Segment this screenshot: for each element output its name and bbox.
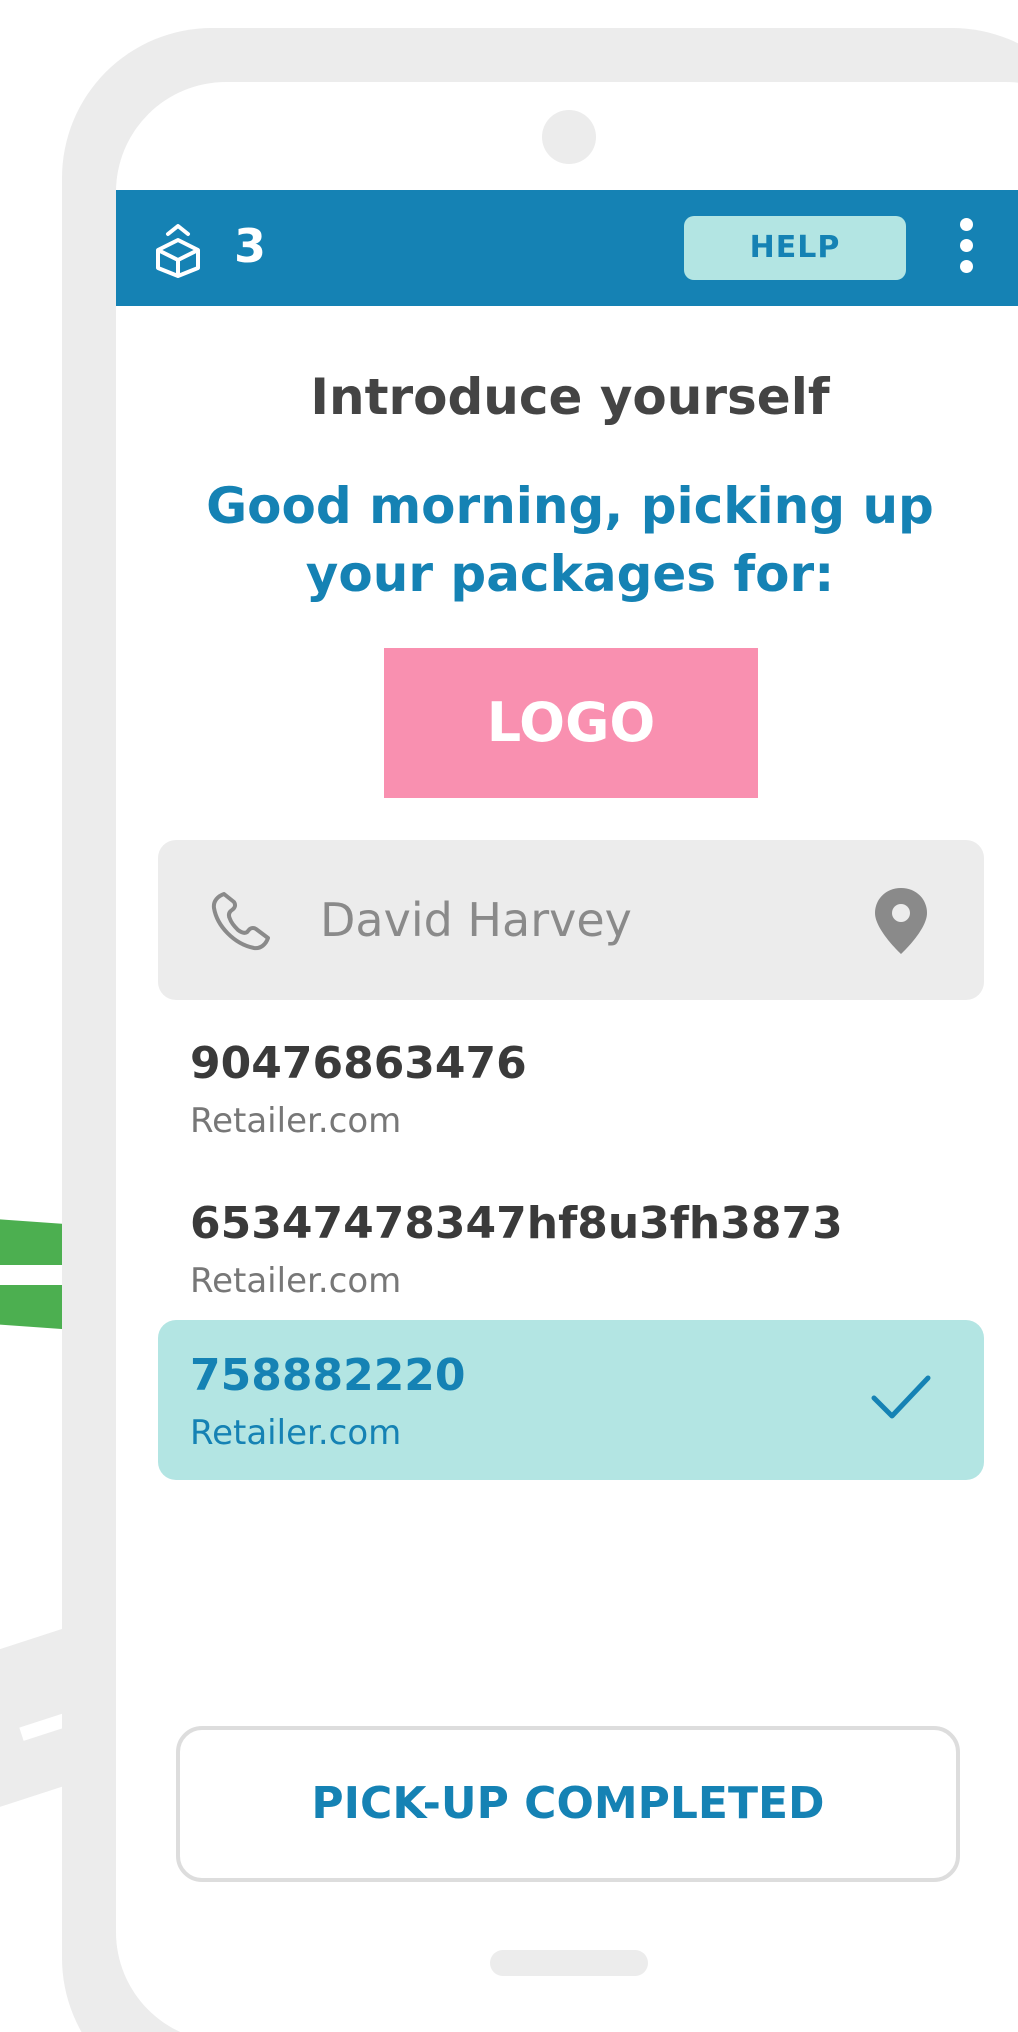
page-title: Introduce yourself (310, 368, 830, 426)
package-retailer: Retailer.com (190, 1261, 402, 1301)
help-button[interactable]: HELP (684, 216, 906, 280)
check-icon (871, 1375, 931, 1419)
phone-icon[interactable] (208, 888, 274, 954)
home-indicator (490, 1950, 648, 1976)
package-id: 90476863476 (190, 1038, 527, 1089)
app-bar: 3 HELP (116, 190, 1018, 306)
box-icon (156, 224, 200, 278)
greeting-text: Good morning, picking up your packages f… (116, 472, 1018, 608)
package-item-selected[interactable]: 758882220 Retailer.com (158, 1320, 984, 1480)
greeting-line-1: Good morning, picking up (206, 477, 934, 535)
package-count: 3 (234, 219, 267, 273)
package-id: 758882220 (190, 1350, 466, 1401)
greeting-line-2: your packages for: (305, 545, 835, 603)
package-item[interactable]: 65347478347hf8u3fh3873 Retailer.com (158, 1168, 984, 1328)
contact-name: David Harvey (320, 893, 632, 947)
contact-card: David Harvey (158, 840, 984, 1000)
map-pin-icon[interactable] (872, 886, 930, 956)
front-camera (542, 110, 596, 164)
kebab-menu-icon[interactable] (952, 218, 980, 278)
package-retailer: Retailer.com (190, 1413, 402, 1453)
package-id: 65347478347hf8u3fh3873 (190, 1198, 843, 1249)
retailer-logo: LOGO (384, 648, 758, 798)
screen: 3 HELP Introduce yourself Good morning, … (0, 0, 1018, 2032)
package-retailer: Retailer.com (190, 1101, 402, 1141)
pickup-completed-button[interactable]: PICK-UP COMPLETED (176, 1726, 960, 1882)
package-item[interactable]: 90476863476 Retailer.com (158, 1008, 984, 1168)
decorative-green-slot (0, 1265, 70, 1285)
